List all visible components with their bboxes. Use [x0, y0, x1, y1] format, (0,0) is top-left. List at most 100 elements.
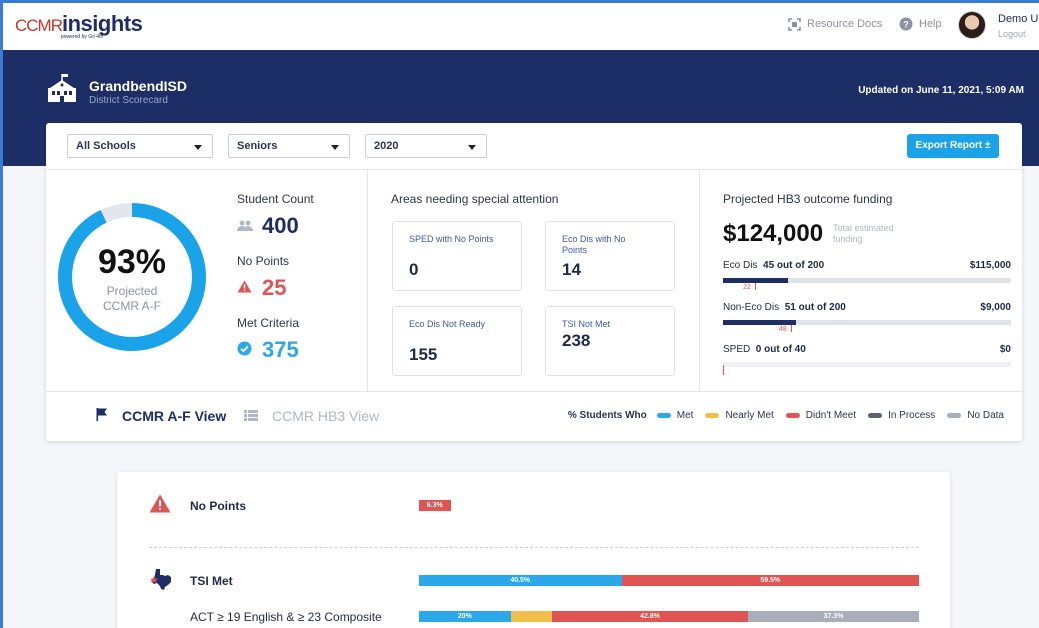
legend-swatch	[785, 413, 800, 418]
bar-segment[interactable]: 37.3%	[748, 611, 919, 622]
last-updated-text: Updated on June 11, 2021, 5:09 AM	[858, 85, 1024, 96]
logo-ccmr-text: CCMR	[15, 16, 63, 35]
legend-label: Nearly Met	[725, 410, 774, 421]
resource-docs-link[interactable]: Resource Docs	[787, 17, 882, 31]
indicator-panel: No Points 6.3% TSI Met 40.5% 59.5% ACT ≥ …	[117, 472, 950, 628]
legend-swatch	[947, 413, 962, 418]
met-criteria-value: 375	[262, 337, 299, 362]
funding-bar	[723, 362, 1011, 367]
year-select[interactable]: 2020	[365, 134, 487, 158]
school-select[interactable]: All Schools	[67, 134, 213, 158]
top-bar: CCMRinsights powered by Go 4th Resource …	[3, 3, 1039, 50]
divider	[367, 169, 368, 391]
funding-amount: $124,000	[723, 220, 824, 247]
bar-segment[interactable]: 20%	[419, 611, 511, 622]
chevron-down-icon	[331, 145, 339, 150]
chevron-down-icon	[194, 145, 202, 150]
sped-no-points-box[interactable]: SPED with No Points 0	[392, 221, 522, 291]
flag-icon	[96, 408, 108, 424]
legend-label: Didn't Meet	[805, 410, 857, 421]
funding-marker-value: 22	[743, 284, 751, 291]
export-report-button[interactable]: Export Report ±	[907, 134, 999, 158]
funding-row-amount: $0	[999, 344, 1011, 355]
funding-amount-caption: Total estimated funding	[833, 223, 894, 244]
funding-bar-fill	[723, 320, 797, 325]
user-name[interactable]: Demo Us	[998, 13, 1039, 25]
warning-icon	[237, 280, 252, 298]
attention-box-label: TSI Not Met	[562, 319, 611, 329]
logo-powered-by: powered by Go 4th	[61, 34, 104, 40]
bar-segment[interactable]: 6.3%	[419, 500, 451, 511]
bar-segment[interactable]: 40.5%	[419, 575, 622, 586]
row-label-tsi-met: TSI Met	[190, 574, 233, 588]
areas-attention-title: Areas needing special attention	[391, 192, 559, 206]
school-building-icon	[45, 72, 79, 111]
legend-label: No Data	[967, 410, 1004, 421]
help-icon: ?	[899, 17, 913, 31]
legend-swatch	[705, 413, 720, 418]
help-link[interactable]: ? Help	[899, 17, 942, 31]
bar-segment[interactable]: 42.8%	[551, 611, 749, 622]
funding-row-name: Eco Dis	[723, 260, 758, 271]
funding-row-detail: 45 out of 200	[763, 260, 825, 271]
logo-insights-text: insights	[62, 11, 143, 36]
funding-marker-value: 48	[779, 326, 787, 333]
status-legend: % Students Who Met Nearly Met Didn't Mee…	[568, 410, 1004, 421]
attention-box-label: Eco Dis with No Points	[562, 234, 626, 255]
list-icon	[244, 408, 258, 424]
stacked-bar[interactable]: 6.3%	[419, 500, 919, 511]
logout-link[interactable]: Logout	[998, 29, 1026, 39]
funding-row-detail: 0 out of 40	[755, 344, 806, 355]
attention-box-value: 0	[409, 260, 419, 279]
attention-box-value: 155	[409, 345, 438, 364]
bar-segment[interactable]	[510, 611, 552, 622]
stacked-bar[interactable]: 40.5% 59.5%	[419, 575, 919, 586]
help-label: Help	[919, 18, 942, 30]
funding-bar	[723, 278, 1011, 283]
row-label-no-points: No Points	[190, 499, 246, 513]
funding-marker	[755, 283, 756, 290]
ccmr-insights-logo[interactable]: CCMRinsights powered by Go 4th	[15, 11, 143, 40]
funding-row-detail: 51 out of 200	[784, 302, 846, 313]
funding-row-name: Non-Eco Dis	[723, 302, 780, 313]
resource-docs-label: Resource Docs	[807, 18, 883, 30]
funding-row-non-eco-dis: Non-Eco Dis 51 out of 200	[723, 302, 846, 313]
divider	[699, 169, 700, 391]
student-count-label: Student Count	[237, 192, 314, 206]
tab-ccmr-hb3-view[interactable]: CCMR HB3 View	[244, 408, 379, 424]
divider	[46, 391, 1022, 392]
svg-text:?: ?	[903, 20, 909, 30]
scorecard-card: All Schools Seniors 2020 Export Report ±…	[46, 123, 1022, 441]
attention-box-label: Eco Dis Not Ready	[409, 319, 486, 329]
stacked-bar[interactable]: 20% 42.8% 37.3%	[419, 611, 919, 622]
row-label-act: ACT ≥ 19 English & ≥ 23 Composite	[190, 610, 382, 624]
check-circle-icon	[237, 341, 252, 361]
student-count-value: 400	[262, 213, 299, 238]
tab-ccmr-label: CCMR A-F View	[122, 408, 227, 424]
eco-dis-not-ready-box[interactable]: Eco Dis Not Ready 155	[392, 306, 522, 376]
funding-row-amount: $9,000	[980, 302, 1011, 313]
tsi-not-met-box[interactable]: TSI Not Met 238	[545, 306, 675, 376]
warning-icon	[149, 494, 171, 518]
cohort-select[interactable]: Seniors	[228, 134, 350, 158]
attention-box-label: SPED with No Points	[409, 234, 494, 244]
user-avatar[interactable]	[958, 11, 986, 39]
funding-row-eco-dis: Eco Dis 45 out of 200	[723, 260, 824, 271]
legend-swatch	[868, 413, 883, 418]
resource-docs-icon	[787, 17, 801, 31]
donut-label: Projected CCMR A-F	[103, 284, 161, 313]
bar-segment[interactable]: 59.5%	[621, 575, 919, 586]
tab-hb3-label: CCMR HB3 View	[272, 408, 380, 424]
people-icon	[237, 219, 253, 237]
legend-label: In Process	[888, 410, 936, 421]
school-select-value: All Schools	[76, 140, 136, 152]
cohort-select-value: Seniors	[237, 140, 278, 152]
legend-swatch	[656, 413, 671, 418]
eco-dis-no-points-box[interactable]: Eco Dis with No Points 14	[545, 221, 675, 291]
tab-ccmr-af-view[interactable]: CCMR A-F View	[96, 408, 226, 424]
attention-box-value: 14	[562, 260, 581, 279]
texas-icon	[150, 568, 172, 595]
funding-row-name: SPED	[723, 344, 751, 355]
chevron-down-icon	[468, 145, 476, 150]
year-select-value: 2020	[374, 140, 399, 152]
